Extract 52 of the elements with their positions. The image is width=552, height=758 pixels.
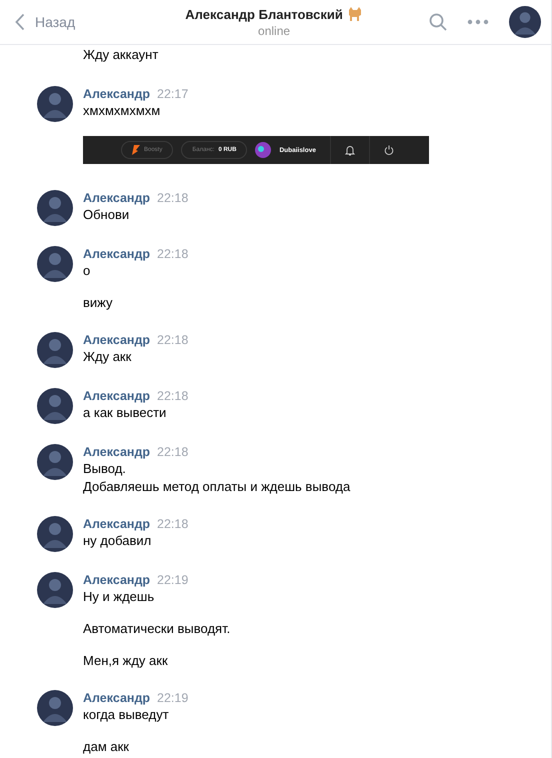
- avatar[interactable]: [37, 690, 73, 726]
- message-time: 22:18: [157, 333, 188, 347]
- message-time: 22:19: [157, 691, 188, 705]
- message-text: когда выведут: [83, 706, 170, 724]
- sender-name[interactable]: Александр: [83, 87, 150, 101]
- avatar[interactable]: [37, 572, 73, 608]
- message-time: 22:18: [157, 247, 188, 261]
- sender-name[interactable]: Александр: [83, 191, 150, 205]
- back-button[interactable]: Назад: [15, 13, 76, 31]
- chat-title: Александр Блантовский: [185, 6, 343, 22]
- bolt-icon: [132, 145, 140, 155]
- message-text: Автоматически выводят.: [83, 620, 230, 638]
- avatar[interactable]: [37, 86, 73, 122]
- user-avatar-icon: [255, 142, 272, 158]
- message-text: ну добавил: [83, 532, 152, 550]
- avatar[interactable]: [509, 6, 541, 38]
- message-time: 22:19: [157, 573, 188, 587]
- avatar[interactable]: [37, 444, 73, 480]
- message-time: 22:18: [157, 517, 188, 531]
- message-text: Жду аккаунт: [83, 46, 160, 64]
- message-time: 22:18: [157, 445, 188, 459]
- power-icon: [384, 145, 394, 155]
- message-text: о: [83, 262, 92, 280]
- bell-icon: [344, 144, 355, 156]
- message-text: Вывод. Добавляешь метод оплаты и ждешь вывода: [83, 460, 350, 496]
- message-time: 22:18: [157, 389, 188, 403]
- more-icon[interactable]: [467, 19, 489, 25]
- message-text: Ну и ждешь: [83, 588, 156, 606]
- message-text: Мен,я жду акк: [83, 652, 169, 670]
- message-text: вижу: [83, 294, 114, 312]
- message-text: а как вывести: [83, 404, 168, 422]
- message-time: 22:18: [157, 191, 188, 205]
- message-text: Жду акк: [83, 348, 132, 366]
- message-text: дам акк: [83, 738, 130, 756]
- sender-name[interactable]: Александр: [83, 445, 150, 459]
- sender-name[interactable]: Александр: [83, 517, 150, 531]
- avatar[interactable]: [37, 332, 73, 368]
- online-status: online: [258, 24, 290, 38]
- avatar[interactable]: [37, 388, 73, 424]
- message-text: Обнови: [83, 206, 130, 224]
- chevron-icon: [15, 13, 25, 31]
- avatar[interactable]: [37, 190, 73, 226]
- message-time: 22:17: [157, 87, 188, 101]
- sender-name[interactable]: Александр: [83, 691, 150, 705]
- search-icon[interactable]: [429, 13, 447, 31]
- sender-name[interactable]: Александр: [83, 389, 150, 403]
- sender-name[interactable]: Александр: [83, 573, 150, 587]
- sender-name[interactable]: Александр: [83, 247, 150, 261]
- sender-name[interactable]: Александр: [83, 333, 150, 347]
- message-text: хмхмхмхмхм: [83, 102, 162, 120]
- avatar[interactable]: [37, 516, 73, 552]
- avatar[interactable]: [37, 246, 73, 282]
